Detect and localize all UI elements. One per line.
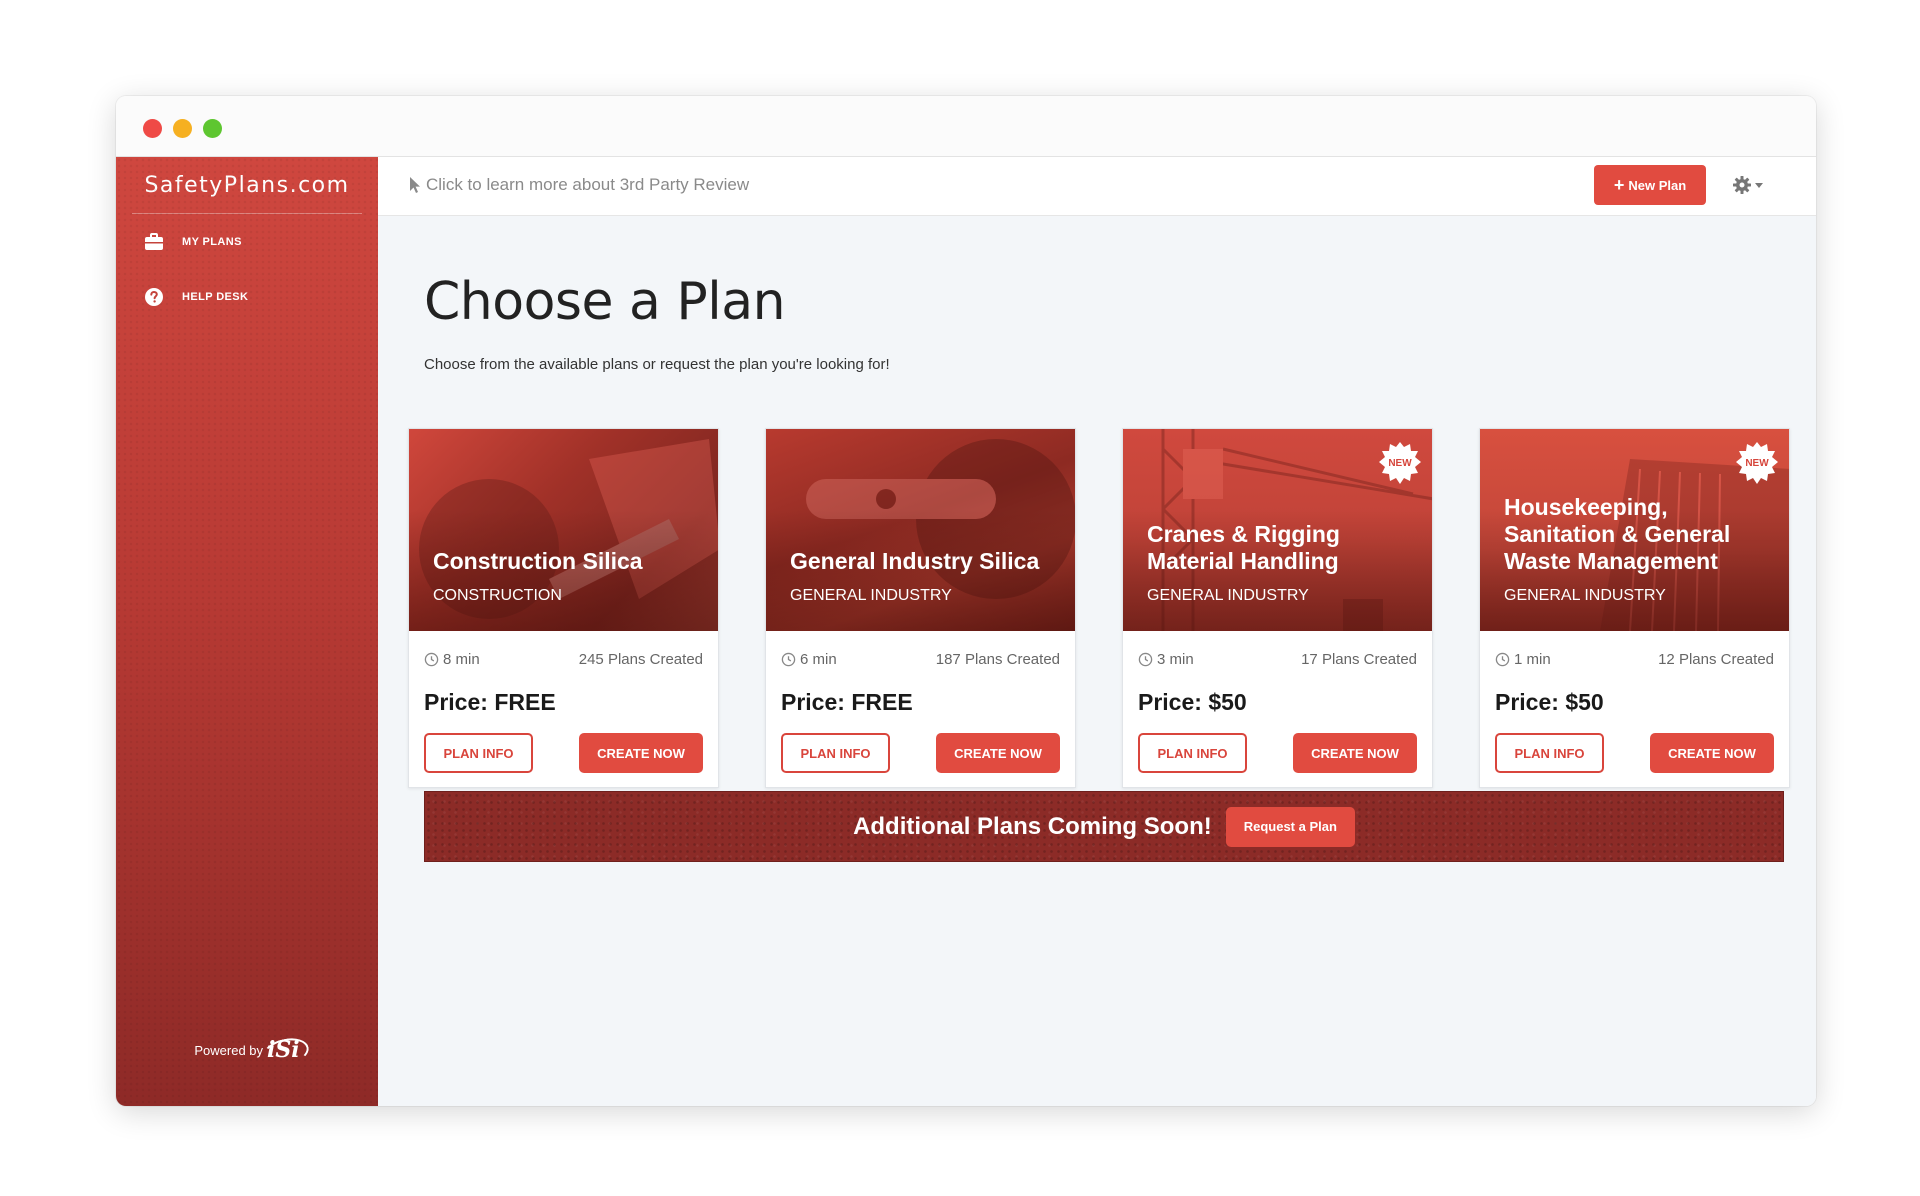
plan-title: Cranes & Rigging Material Handling <box>1147 521 1340 574</box>
plan-title: General Industry Silica <box>790 548 1040 574</box>
plan-card-housekeeping-sanitation: NEW Housekeeping, Sanitation & General W… <box>1479 428 1790 788</box>
plan-card-image[interactable]: General Industry Silica GENERAL INDUSTRY <box>766 429 1075 631</box>
plans-created-count: 17 Plans Created <box>1301 651 1417 668</box>
plan-duration: 6 min <box>781 651 837 668</box>
top-bar: Click to learn more about 3rd Party Revi… <box>378 157 1816 216</box>
gear-icon <box>1733 176 1751 194</box>
plan-duration-text: 1 min <box>1514 651 1551 668</box>
plans-created-count: 245 Plans Created <box>578 651 703 668</box>
sidebar: SafetyPlans.com MY PLANS HELP DESK Power… <box>116 157 378 1106</box>
new-badge: NEW <box>1735 441 1779 485</box>
new-badge-label: NEW <box>1388 457 1412 469</box>
main-content: Choose a Plan Choose from the available … <box>378 216 1816 1106</box>
plan-title: Housekeeping, Sanitation & General Waste… <box>1504 494 1731 574</box>
plan-meta: 1 min 12 Plans Created <box>1495 651 1774 668</box>
create-now-button[interactable]: CREATE NOW <box>1293 733 1417 773</box>
plans-created-count: 187 Plans Created <box>935 651 1060 668</box>
banner-text: Additional Plans Coming Soon! <box>853 812 1212 840</box>
minimize-window-button[interactable] <box>173 119 192 138</box>
plan-info-button[interactable]: PLAN INFO <box>1495 733 1604 773</box>
plan-card-image[interactable]: NEW Cranes & Rigging Material Handling G… <box>1123 429 1432 631</box>
isi-logo[interactable]: iSi <box>267 1037 300 1063</box>
page-title: Choose a Plan <box>424 272 786 332</box>
request-plan-button[interactable]: Request a Plan <box>1225 806 1355 847</box>
create-now-button[interactable]: CREATE NOW <box>1650 733 1774 773</box>
plan-info-button[interactable]: PLAN INFO <box>781 733 890 773</box>
sidebar-item-label: MY PLANS <box>182 236 242 248</box>
clock-icon <box>424 652 439 667</box>
powered-by: Powered by iSi <box>116 1037 378 1063</box>
brand-logo[interactable]: SafetyPlans.com <box>132 157 362 214</box>
plan-card-image[interactable]: Construction Silica CONSTRUCTION <box>409 429 718 631</box>
sidebar-item-help-desk[interactable]: HELP DESK <box>144 283 248 311</box>
plan-title: Construction Silica <box>433 548 643 574</box>
plan-duration: 3 min <box>1138 651 1194 668</box>
powered-by-text: Powered by <box>194 1042 264 1058</box>
plan-category: CONSTRUCTION <box>433 587 562 604</box>
plan-price: Price: $50 <box>1495 689 1604 715</box>
settings-menu[interactable] <box>1732 175 1763 195</box>
chevron-down-icon <box>1755 182 1763 188</box>
sidebar-item-label: HELP DESK <box>182 291 249 303</box>
create-now-button[interactable]: CREATE NOW <box>936 733 1060 773</box>
plan-meta: 3 min 17 Plans Created <box>1138 651 1417 668</box>
new-badge-label: NEW <box>1745 457 1769 469</box>
new-plan-button[interactable]: + New Plan <box>1594 165 1706 205</box>
plan-price: Price: FREE <box>781 689 913 715</box>
close-window-button[interactable] <box>143 119 162 138</box>
plan-card-cranes-rigging: NEW Cranes & Rigging Material Handling G… <box>1122 428 1433 788</box>
plan-category: GENERAL INDUSTRY <box>1147 587 1309 604</box>
plans-created-count: 12 Plans Created <box>1658 651 1774 668</box>
plan-category: GENERAL INDUSTRY <box>1504 587 1666 604</box>
plus-icon: + <box>1613 175 1625 195</box>
plan-duration: 8 min <box>424 651 480 668</box>
maximize-window-button[interactable] <box>203 119 222 138</box>
third-party-review-text: Click to learn more about 3rd Party Revi… <box>426 175 750 194</box>
window-titlebar <box>116 96 1816 157</box>
briefcase-icon <box>145 233 163 250</box>
clock-icon <box>1495 652 1510 667</box>
pointer-icon <box>410 177 420 193</box>
plan-info-button[interactable]: PLAN INFO <box>1138 733 1247 773</box>
plan-info-button[interactable]: PLAN INFO <box>424 733 533 773</box>
new-badge: NEW <box>1378 441 1422 485</box>
plan-price: Price: $50 <box>1138 689 1247 715</box>
plan-meta: 6 min 187 Plans Created <box>781 651 1060 668</box>
new-plan-label: New Plan <box>1628 177 1687 193</box>
third-party-review-link[interactable]: Click to learn more about 3rd Party Revi… <box>408 175 749 195</box>
plan-card-image[interactable]: NEW Housekeeping, Sanitation & General W… <box>1480 429 1789 631</box>
clock-icon <box>781 652 796 667</box>
question-circle-icon <box>145 288 163 306</box>
plan-duration-text: 3 min <box>1157 651 1194 668</box>
plan-duration: 1 min <box>1495 651 1551 668</box>
plan-price: Price: FREE <box>424 689 556 715</box>
plan-card-general-industry-silica: General Industry Silica GENERAL INDUSTRY… <box>765 428 1076 788</box>
plan-meta: 8 min 245 Plans Created <box>424 651 703 668</box>
sidebar-item-my-plans[interactable]: MY PLANS <box>144 228 242 256</box>
browser-window: SafetyPlans.com MY PLANS HELP DESK Power… <box>116 96 1816 1106</box>
plan-category: GENERAL INDUSTRY <box>790 587 952 604</box>
coming-soon-banner: Additional Plans Coming Soon! Request a … <box>424 791 1784 862</box>
page-subtitle: Choose from the available plans or reque… <box>424 356 890 373</box>
create-now-button[interactable]: CREATE NOW <box>579 733 703 773</box>
plan-card-construction-silica: Construction Silica CONSTRUCTION 8 min 2… <box>408 428 719 788</box>
plan-duration-text: 6 min <box>800 651 837 668</box>
clock-icon <box>1138 652 1153 667</box>
plan-duration-text: 8 min <box>443 651 480 668</box>
